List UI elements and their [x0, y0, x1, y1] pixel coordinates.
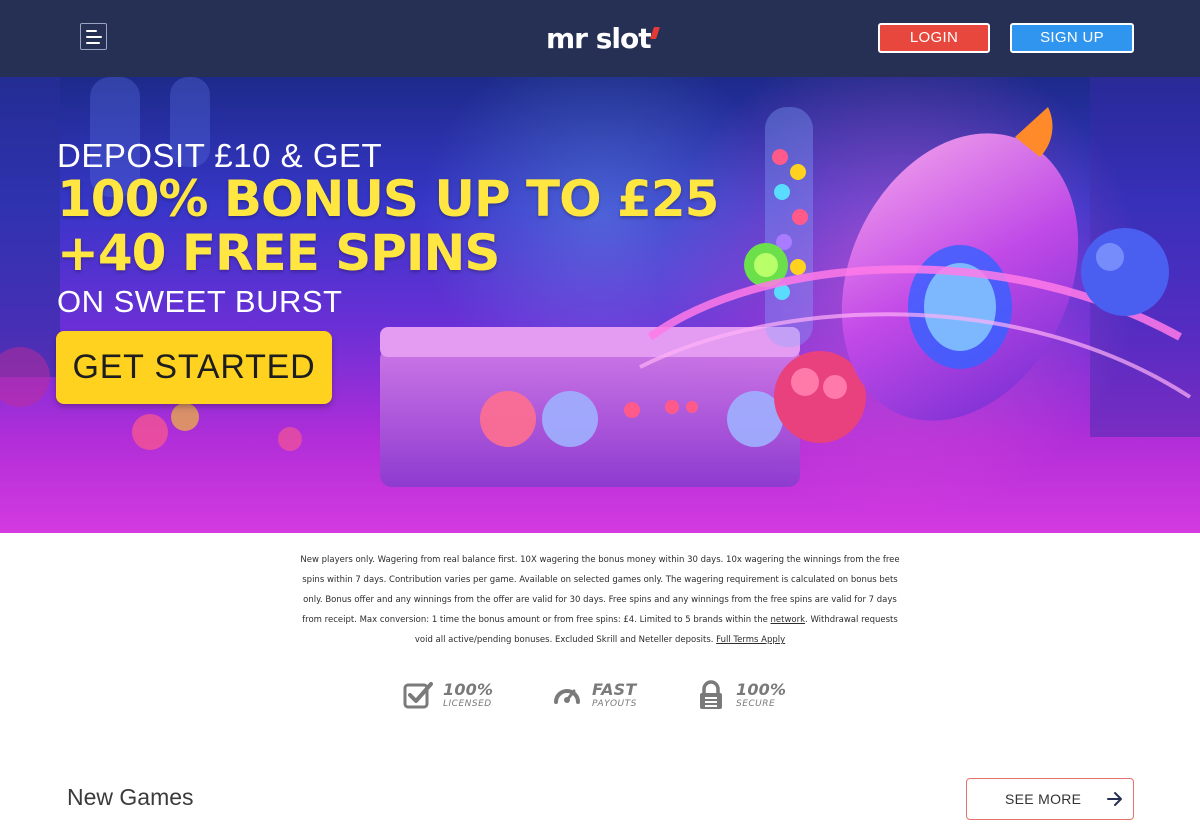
- site-logo[interactable]: mr slot: [546, 22, 660, 56]
- get-started-button[interactable]: GET STARTED: [56, 331, 332, 404]
- logo-text: mr slot: [546, 22, 652, 55]
- badge-fast-small: PAYOUTS: [592, 698, 637, 709]
- signup-button[interactable]: SIGN UP: [1010, 23, 1134, 53]
- padlock-icon: [700, 680, 722, 709]
- network-link[interactable]: network: [771, 615, 806, 625]
- badge-licensed-big: 100%: [443, 679, 494, 699]
- hero-bonus-headline: 100% BONUS UP TO £25: [57, 170, 719, 228]
- hero-game-text: ON SWEET BURST: [57, 284, 343, 319]
- hamburger-menu-icon[interactable]: [80, 23, 107, 50]
- see-more-label: SEE MORE: [1005, 791, 1082, 807]
- arrow-right-icon: [1107, 792, 1122, 806]
- logo-mark-icon: [649, 27, 660, 39]
- see-more-button[interactable]: SEE MORE: [966, 778, 1134, 820]
- secure-badge: 100% SECURE: [696, 680, 786, 710]
- bonus-terms-text: New players only. Wagering from real bal…: [300, 550, 900, 650]
- speedometer-icon: [554, 689, 580, 704]
- badge-secure-big: 100%: [736, 679, 787, 699]
- badge-licensed-small: LICENSED: [443, 698, 492, 709]
- new-games-heading: New Games: [67, 784, 194, 810]
- fast-payouts-badge: FAST PAYOUTS: [552, 680, 637, 710]
- licensed-badge: 100% LICENSED: [403, 680, 493, 710]
- hero-free-spins-headline: +40 FREE SPINS: [57, 224, 500, 282]
- top-header: mr slot LOGIN SIGN UP: [0, 0, 1200, 77]
- checkbox-icon: [403, 682, 433, 709]
- full-terms-link[interactable]: Full Terms Apply: [716, 635, 785, 645]
- badge-secure-small: SECURE: [736, 698, 776, 709]
- login-button[interactable]: LOGIN: [878, 23, 990, 53]
- badge-fast-big: FAST: [592, 679, 637, 699]
- promo-hero-banner[interactable]: DEPOSIT £10 & GET 100% BONUS UP TO £25 +…: [0, 77, 1200, 533]
